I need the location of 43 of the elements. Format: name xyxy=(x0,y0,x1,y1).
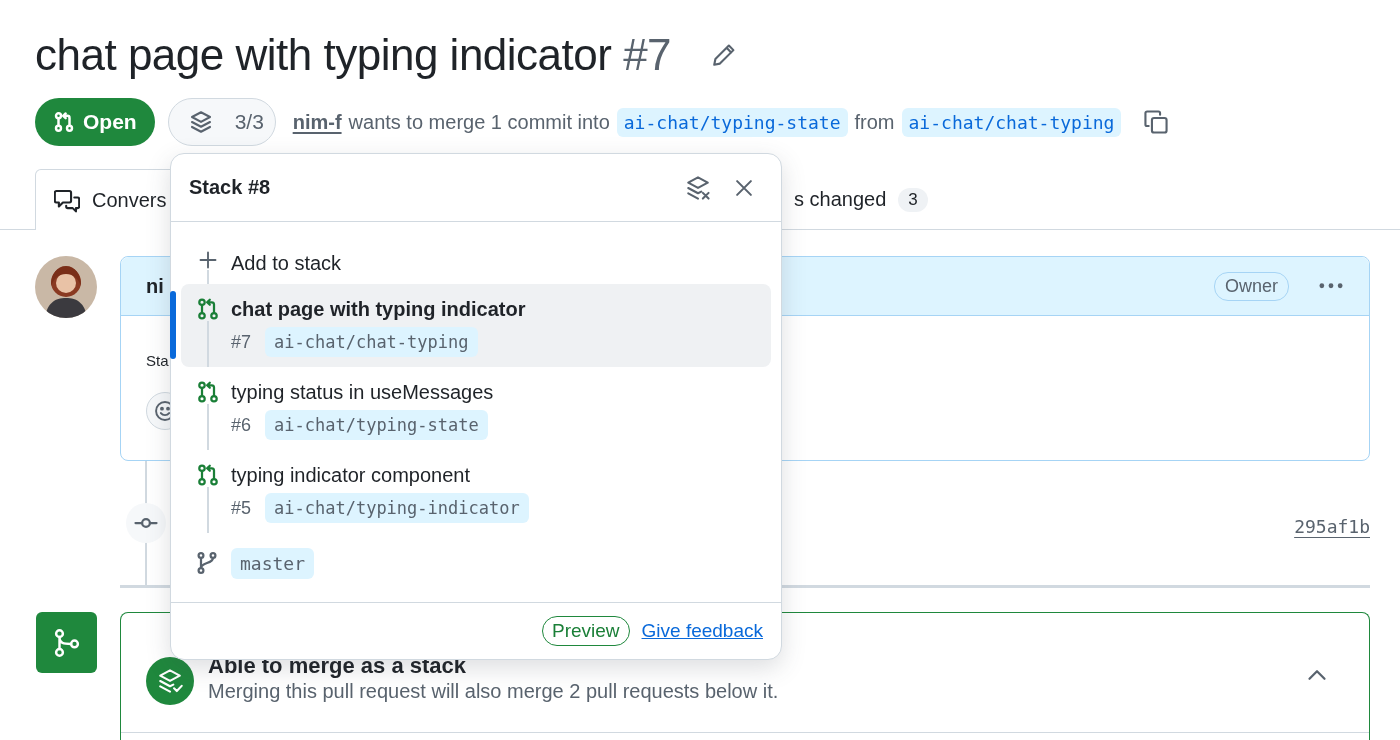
merge-description: Merging this pull request will also merge 2 pull requests below it. xyxy=(208,679,780,704)
kebab-icon xyxy=(1319,283,1343,289)
add-to-stack-button[interactable]: Add to stack xyxy=(181,242,771,284)
branch-name: ai-chat/chat-typing xyxy=(265,327,478,357)
comment-icon xyxy=(54,187,80,213)
plus-icon xyxy=(198,250,218,270)
stack-item[interactable]: typing indicator component #5 ai-chat/typing-indicator xyxy=(181,450,771,533)
pull-number: #7 xyxy=(231,331,252,353)
selection-indicator xyxy=(170,291,176,359)
from-label: from xyxy=(854,110,895,134)
pull-title: typing indicator component xyxy=(231,463,472,488)
commit-sha-link[interactable]: 295af1b xyxy=(1294,515,1370,537)
branch-name: ai-chat/typing-state xyxy=(265,410,488,440)
branch-link[interactable]: ai-chat/typing-state xyxy=(616,107,848,137)
count-badge: 3 xyxy=(898,187,928,212)
comment-author: ni xyxy=(146,274,165,298)
pull-request-icon xyxy=(196,380,220,404)
pull-request-icon xyxy=(53,111,75,133)
branch-name: ai-chat/typing-indicator xyxy=(265,493,529,523)
stack-button[interactable]: 3/3 xyxy=(167,98,276,146)
stack-remove-icon xyxy=(685,174,711,201)
owner-label: Owner xyxy=(1214,271,1289,301)
stack-icon xyxy=(188,110,213,134)
author-link[interactable]: nim-f xyxy=(292,110,342,134)
branch-link[interactable]: ai-chat/chat-typing xyxy=(901,107,1122,137)
branch-name: master xyxy=(231,547,315,579)
stack-item[interactable]: typing status in useMessages #6 ai-chat/typing-state xyxy=(181,367,771,450)
more-button[interactable] xyxy=(1319,283,1343,289)
pull-request-icon xyxy=(196,463,220,487)
feedback-link[interactable]: Give feedback xyxy=(641,620,763,642)
branch-icon xyxy=(195,551,219,575)
page-title: chat page with typing indicator #7 xyxy=(35,29,672,81)
pull-number: #5 xyxy=(231,497,252,519)
comment-body: Sta xyxy=(146,352,169,369)
open-state-badge: Open xyxy=(35,98,155,146)
copy-icon xyxy=(1143,109,1170,135)
unstack-button[interactable] xyxy=(685,174,711,201)
pull-title: typing status in useMessages xyxy=(231,380,495,405)
pull-number: #6 xyxy=(231,414,252,436)
pull-request-icon xyxy=(196,297,220,321)
pull-title: chat page with typing indicator xyxy=(231,297,527,322)
copy-button[interactable] xyxy=(1143,109,1170,135)
merge-summary: wants to merge 1 commit into xyxy=(348,110,610,134)
